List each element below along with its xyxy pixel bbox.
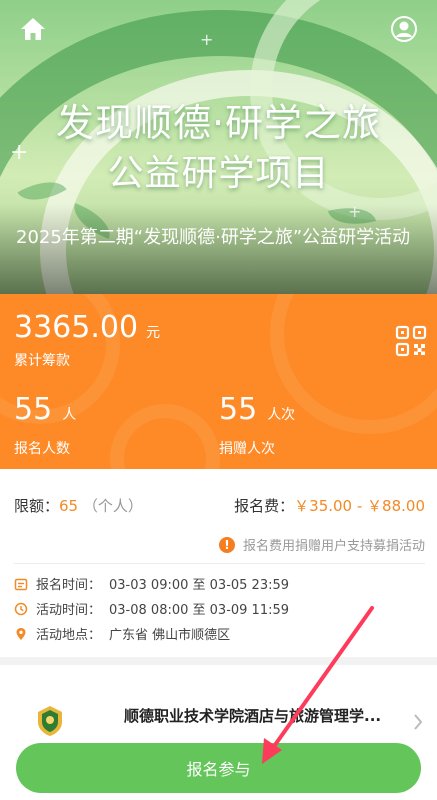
divider xyxy=(14,563,425,564)
donation-count: 55 人次 xyxy=(219,392,295,427)
fee-value: ￥35.00 - ￥88.00 xyxy=(294,497,425,515)
location-pin-icon xyxy=(14,627,28,641)
fee-notice: ! 报名费用捐赠用户支持募捐活动 xyxy=(218,535,425,554)
fee-label: 报名费： xyxy=(234,497,295,515)
total-amount-label: 累计筹款 xyxy=(14,353,70,369)
donation-count-label: 捐赠人次 xyxy=(219,441,275,457)
home-icon xyxy=(21,18,45,40)
user-button[interactable] xyxy=(389,14,419,44)
location-value: 广东省 佛山市顺德区 xyxy=(109,628,231,643)
qr-code-icon xyxy=(395,325,427,357)
activity-info: 限额：65 （个人） 报名费：￥35.00 - ￥88.00 ! 报名费用捐赠用… xyxy=(0,469,437,657)
info-icon: ! xyxy=(218,536,235,553)
clock-icon xyxy=(14,602,28,616)
home-button[interactable] xyxy=(18,14,48,44)
fee-notice-text: 报名费用捐赠用户支持募捐活动 xyxy=(242,539,425,554)
activity-time-value: 03-08 08:00 至 03-09 11:59 xyxy=(109,603,290,618)
activity-banner: + + + 发现顺德·研学之旅 公益研学项目 2025年第二期“发现顺德·研学之… xyxy=(0,0,437,294)
total-amount-value: 3365.00 xyxy=(14,310,139,345)
quota-label: 限额： xyxy=(14,497,60,515)
signup-time-value: 03-03 09:00 至 03-05 23:59 xyxy=(109,578,290,593)
sparkle-icon: + xyxy=(200,30,214,49)
user-icon xyxy=(391,16,417,42)
signup-button[interactable]: 报名参与 xyxy=(16,743,421,793)
location-row: 活动地点： 广东省 佛山市顺德区 xyxy=(14,624,230,643)
activity-time-row: 活动时间： 03-08 08:00 至 03-09 11:59 xyxy=(14,599,289,618)
chevron-right-icon xyxy=(414,714,423,730)
quota: 限额：65 （个人） xyxy=(14,495,143,516)
quota-value: 65 xyxy=(59,497,79,515)
banner-headline: 发现顺德·研学之旅 xyxy=(55,101,382,145)
signup-count: 55 人 xyxy=(14,392,76,427)
signup-time-row: 报名时间： 03-03 09:00 至 03-05 23:59 xyxy=(14,574,289,593)
qr-code-button[interactable] xyxy=(395,325,427,357)
total-amount: 3365.00 元 xyxy=(14,310,160,345)
organizer-name: 顺德职业技术学院酒店与旅游管理学... xyxy=(124,707,382,725)
quota-fee-row: 限额：65 （个人） 报名费：￥35.00 - ￥88.00 xyxy=(14,495,425,516)
total-amount-unit: 元 xyxy=(146,325,161,341)
donation-count-value: 55 xyxy=(219,392,258,427)
location-label: 活动地点： xyxy=(36,628,102,643)
signup-count-unit: 人 xyxy=(62,407,77,423)
fee: 报名费：￥35.00 - ￥88.00 xyxy=(234,495,425,516)
calendar-icon xyxy=(14,577,28,591)
activity-title: 2025年第二期“发现顺德·研学之旅”公益研学活动 xyxy=(16,227,411,248)
fundraising-stats: 3365.00 元 累计筹款 55 人 报名人数 55 人次 捐赠人次 xyxy=(0,294,437,469)
activity-time-label: 活动时间： xyxy=(36,603,102,618)
signup-time-label: 报名时间： xyxy=(36,578,102,593)
banner-subheadline: 公益研学项目 xyxy=(107,153,330,194)
signup-count-value: 55 xyxy=(14,392,53,427)
quota-unit: （个人） xyxy=(82,497,143,515)
organizer-logo xyxy=(36,705,64,737)
donation-count-unit: 人次 xyxy=(267,407,296,423)
signup-count-label: 报名人数 xyxy=(14,441,70,457)
